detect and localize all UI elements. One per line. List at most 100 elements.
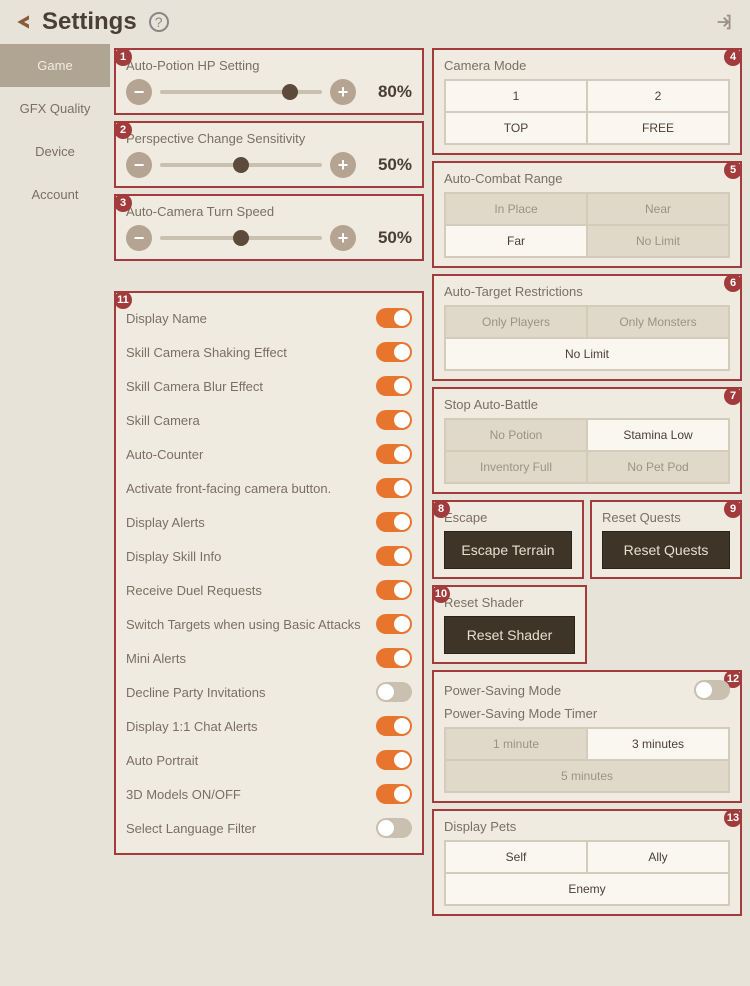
setting-group: 10 Reset Shader Reset Shader xyxy=(432,585,587,664)
option[interactable]: 3 minutes xyxy=(587,728,729,760)
group-number-badge: 1 xyxy=(114,48,132,66)
setting-group: 13 Display PetsSelfAllyEnemy xyxy=(432,809,742,916)
slider-track[interactable] xyxy=(160,236,322,240)
option[interactable]: No Pet Pod xyxy=(587,451,729,483)
group-title: Auto-Combat Range xyxy=(444,171,730,186)
option[interactable]: No Limit xyxy=(587,225,729,257)
option[interactable]: 2 xyxy=(587,80,729,112)
toggle-switch[interactable] xyxy=(376,546,412,566)
toggle-switch[interactable] xyxy=(376,716,412,736)
group-title: Stop Auto-Battle xyxy=(444,397,730,412)
option[interactable]: Ally xyxy=(587,841,729,873)
toggle-switch[interactable] xyxy=(376,478,412,498)
toggle-switch[interactable] xyxy=(376,614,412,634)
option[interactable]: TOP xyxy=(445,112,587,144)
toggle-switch[interactable] xyxy=(376,512,412,532)
slider-value: 50% xyxy=(364,155,412,175)
toggle-label: Skill Camera xyxy=(126,413,376,428)
power-saving-toggle[interactable] xyxy=(694,680,730,700)
option[interactable]: Only Monsters xyxy=(587,306,729,338)
option[interactable]: No Limit xyxy=(445,338,729,370)
toggle-switch[interactable] xyxy=(376,444,412,464)
reset-quests-button[interactable]: Reset Quests xyxy=(602,531,730,569)
decrease-button[interactable]: − xyxy=(126,225,152,251)
toggle-switch[interactable] xyxy=(376,818,412,838)
option[interactable]: Stamina Low xyxy=(587,419,729,451)
toggle-label: Skill Camera Blur Effect xyxy=(126,379,376,394)
option-grid: No PotionStamina LowInventory FullNo Pet… xyxy=(444,418,730,484)
option-grid: SelfAllyEnemy xyxy=(444,840,730,906)
group-number-badge: 10 xyxy=(432,585,450,603)
toggle-switch[interactable] xyxy=(376,410,412,430)
toggle-label: 3D Models ON/OFF xyxy=(126,787,376,802)
setting-group: 2 Perspective Change Sensitivity − + 50% xyxy=(114,121,424,188)
group-title: Escape xyxy=(444,510,572,525)
group-number-badge: 7 xyxy=(724,387,742,405)
setting-group: 7 Stop Auto-Battle No PotionStamina LowIn… xyxy=(432,387,742,494)
option-grid: In PlaceNearFarNo Limit xyxy=(444,192,730,258)
page-title: Settings xyxy=(42,8,137,36)
tab-game[interactable]: Game xyxy=(0,44,110,87)
option[interactable]: 5 minutes xyxy=(445,760,729,792)
group-number-badge: 2 xyxy=(114,121,132,139)
power-saving-timer-title: Power-Saving Mode Timer xyxy=(444,706,730,721)
increase-button[interactable]: + xyxy=(330,152,356,178)
setting-group: 9 Reset QuestsReset Quests xyxy=(590,500,742,579)
sidebar: GameGFX QualityDeviceAccount xyxy=(0,44,110,986)
back-icon[interactable] xyxy=(14,12,34,32)
group-title: Auto-Camera Turn Speed xyxy=(126,204,412,219)
setting-group: 4 Camera Mode12TOPFREE xyxy=(432,48,742,155)
toggle-label: Display Alerts xyxy=(126,515,376,530)
option[interactable]: FREE xyxy=(587,112,729,144)
toggle-switch[interactable] xyxy=(376,376,412,396)
option-grid: 1 minute3 minutes5 minutes xyxy=(444,727,730,793)
group-title: Camera Mode xyxy=(444,58,730,73)
group-title: Perspective Change Sensitivity xyxy=(126,131,412,146)
tab-account[interactable]: Account xyxy=(0,173,110,216)
slider-track[interactable] xyxy=(160,90,322,94)
option[interactable]: Self xyxy=(445,841,587,873)
slider-track[interactable] xyxy=(160,163,322,167)
setting-group: 12 Power-Saving Mode Power-Saving Mode T… xyxy=(432,670,742,803)
increase-button[interactable]: + xyxy=(330,225,356,251)
slider-value: 50% xyxy=(364,228,412,248)
reset-shader-button[interactable]: Reset Shader xyxy=(444,616,575,654)
toggle-switch[interactable] xyxy=(376,342,412,362)
group-number-badge: 3 xyxy=(114,194,132,212)
decrease-button[interactable]: − xyxy=(126,79,152,105)
escape-terrain-button[interactable]: Escape Terrain xyxy=(444,531,572,569)
increase-button[interactable]: + xyxy=(330,79,356,105)
option-grid: Only PlayersOnly MonstersNo Limit xyxy=(444,305,730,371)
decrease-button[interactable]: − xyxy=(126,152,152,178)
toggle-switch[interactable] xyxy=(376,580,412,600)
help-icon[interactable]: ? xyxy=(149,12,169,32)
option[interactable]: Inventory Full xyxy=(445,451,587,483)
setting-group: 3 Auto-Camera Turn Speed − + 50% xyxy=(114,194,424,261)
group-number-badge: 8 xyxy=(432,500,450,518)
toggle-label: Select Language Filter xyxy=(126,821,376,836)
toggle-switch[interactable] xyxy=(376,648,412,668)
option[interactable]: Enemy xyxy=(445,873,729,905)
option[interactable]: 1 xyxy=(445,80,587,112)
group-number-badge: 5 xyxy=(724,161,742,179)
group-title: Auto-Potion HP Setting xyxy=(126,58,412,73)
option[interactable]: In Place xyxy=(445,193,587,225)
option[interactable]: 1 minute xyxy=(445,728,587,760)
option[interactable]: Near xyxy=(587,193,729,225)
exit-icon[interactable] xyxy=(714,11,736,33)
option[interactable]: Only Players xyxy=(445,306,587,338)
tab-gfx-quality[interactable]: GFX Quality xyxy=(0,87,110,130)
tab-device[interactable]: Device xyxy=(0,130,110,173)
group-number-badge: 9 xyxy=(724,500,742,518)
option[interactable]: No Potion xyxy=(445,419,587,451)
toggle-label: Decline Party Invitations xyxy=(126,685,376,700)
toggle-label: Auto-Counter xyxy=(126,447,376,462)
toggle-switch[interactable] xyxy=(376,682,412,702)
toggle-switch[interactable] xyxy=(376,308,412,328)
toggle-label: Mini Alerts xyxy=(126,651,376,666)
group-title: Reset Shader xyxy=(444,595,575,610)
toggle-switch[interactable] xyxy=(376,750,412,770)
power-saving-title: Power-Saving Mode xyxy=(444,683,561,698)
toggle-switch[interactable] xyxy=(376,784,412,804)
option[interactable]: Far xyxy=(445,225,587,257)
